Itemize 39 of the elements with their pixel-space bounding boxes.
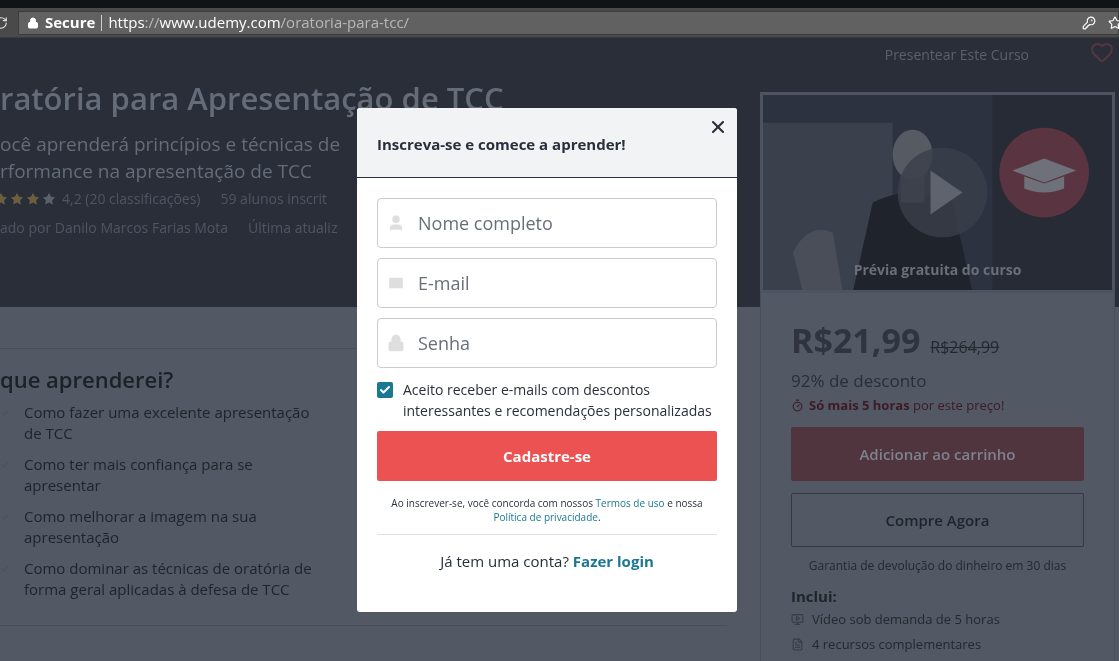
consent-checkbox[interactable] <box>377 382 393 398</box>
signup-button[interactable]: Cadastre-se <box>377 431 717 481</box>
lock-icon <box>27 16 39 29</box>
modal-title: Inscreva-se e comece a aprender! <box>377 133 626 156</box>
video-icon <box>791 612 804 626</box>
input-field[interactable]: Nome completo <box>377 198 717 248</box>
input-field[interactable]: Senha <box>377 318 717 368</box>
lock-icon <box>387 334 405 352</box>
secure-label: Secure <box>45 11 96 34</box>
document-icon <box>791 638 804 652</box>
url-text: https://www.udemy.com/oratoria-para-tcc/ <box>108 11 410 34</box>
includes-heading: Inclui: <box>791 585 837 608</box>
learn-heading: que aprenderei? <box>0 363 174 396</box>
user-icon <box>387 214 405 232</box>
star-icon <box>26 191 40 206</box>
address-bar[interactable]: Secure https://www.udemy.com/oratoria-para-tcc/ <box>18 10 1119 35</box>
timer-icon <box>791 398 804 412</box>
preview-caption: Prévia gratuita do curso <box>852 259 1023 280</box>
bookmark-star-icon[interactable] <box>1108 15 1119 30</box>
course-subtitle: ocê aprenderá princípios e técnicas de <box>0 131 341 158</box>
star-icon <box>42 191 56 206</box>
learn-item: Como ter mais confiança para se apresentar <box>24 454 254 496</box>
star-icon <box>10 191 24 206</box>
preview-video[interactable]: Prévia gratuita do curso <box>760 92 1115 293</box>
learn-item: Como fazer uma excelente apresentação de TCC <box>24 402 311 444</box>
key-icon[interactable] <box>1082 15 1096 30</box>
course-subtitle: rformance na apresentação de TCC <box>0 158 312 185</box>
consent-label[interactable]: Aceito receber e-mails com descontos interessantes e recomendações personalizadas <box>403 379 717 421</box>
terms-text: Ao inscrever-se, você concorda com nossos Termos de uso e nossa Política de privacidade. <box>390 496 704 524</box>
login-prompt: Já tem uma conta? <box>440 550 569 573</box>
login-link[interactable]: Fazer login <box>572 550 654 573</box>
add-to-cart-button[interactable]: Adicionar ao carrinho <box>791 427 1084 481</box>
learn-item: Como melhorar a imagem na sua apresentação <box>24 506 258 548</box>
terms-link[interactable]: Termos de uso <box>595 496 665 510</box>
urgency-text: Só mais 5 horas por este preço! <box>809 395 1005 415</box>
checkmark-icon <box>379 384 391 396</box>
learn-item: Como dominar as técnicas de oratória de forma geral aplicadas à defesa de TCC <box>24 558 313 600</box>
input-field[interactable]: E-mail <box>377 258 717 308</box>
privacy-link[interactable]: Política de privacidade <box>493 510 598 524</box>
